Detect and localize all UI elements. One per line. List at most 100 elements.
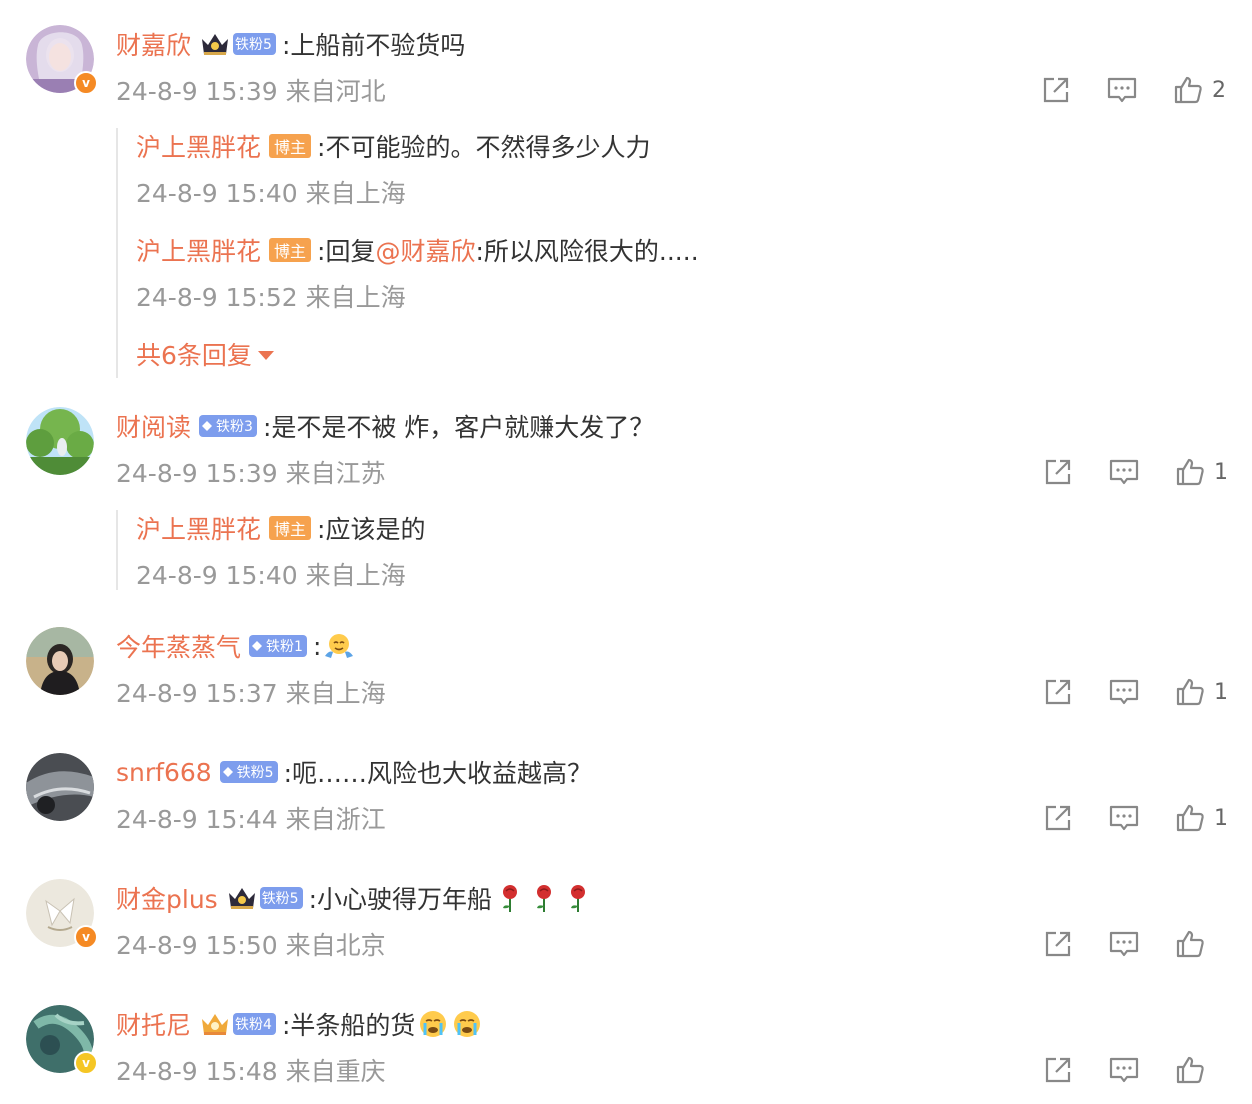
share-button[interactable] [1040,74,1072,106]
comment-text: :是不是不被 炸，客户就赚大发了？ [262,413,655,442]
reply-meta: 24-8-9 15:40 来自上海 [136,561,406,590]
verified-orange-icon: v [74,71,98,95]
like-button[interactable]: 1 [1174,676,1228,708]
share-button[interactable] [1042,456,1074,488]
like-button[interactable] [1174,928,1228,960]
share-button[interactable] [1042,676,1074,708]
reply-button[interactable] [1108,802,1140,834]
like-count: 2 [1212,77,1226,103]
reply-header: 沪上黑胖花 博主 :回复 @财嘉欣:所以风险很大的..... [136,230,1232,270]
avatar[interactable] [26,627,94,695]
crown-icon [228,888,255,909]
comment-icon [1108,1054,1140,1086]
share-icon [1042,1054,1074,1086]
fan-badge[interactable]: 铁粉5 [219,761,278,783]
more-replies-row: 共6条回复 [136,334,1232,374]
username-link[interactable]: 沪上黑胖花 [136,232,261,268]
share-icon [1042,456,1074,488]
username-link[interactable]: 财金plus [116,880,218,916]
comment-header: 今年蒸蒸气 铁粉1 : [116,626,1232,666]
reply-prefix: :回复 [317,237,376,266]
fan-badge-label: 铁粉1 [266,639,303,655]
username-link[interactable]: 财阅读 [116,408,191,444]
share-icon [1042,802,1074,834]
more-replies-label: 共6条回复 [136,341,252,370]
fan-badge[interactable]: 铁粉5 [233,33,276,55]
crown-icon [202,34,229,55]
more-replies-link[interactable]: 共6条回复 [136,336,274,372]
share-icon [1042,928,1074,960]
rose-emoji-icon [571,885,586,912]
avatar-image [26,753,94,821]
comment-actions: 2 [1006,70,1226,110]
thumbs-up-icon [1174,456,1206,488]
comment-actions [1008,1050,1228,1090]
avatar[interactable]: v [26,25,98,95]
like-button[interactable] [1174,1054,1228,1086]
comment-icon [1108,456,1140,488]
like-count: 1 [1214,805,1228,831]
username-link[interactable]: 今年蒸蒸气 [116,628,241,664]
reply-button[interactable] [1108,456,1140,488]
like-button[interactable]: 1 [1174,802,1228,834]
share-button[interactable] [1042,802,1074,834]
comment-actions: 1 [1008,798,1228,838]
reply-button[interactable] [1108,928,1140,960]
comment-meta: 24-8-9 15:50 来自北京 [116,931,386,960]
avatar[interactable]: v [26,879,98,949]
thumbs-up-icon [1174,928,1206,960]
fan-badge[interactable]: 铁粉4 [233,1013,276,1035]
reply-thread [116,128,118,378]
thumbs-up-icon [1174,802,1206,834]
comment-actions: 1 [1008,452,1228,492]
diamond-icon [222,766,234,778]
like-count: 1 [1214,459,1228,485]
comment-icon [1108,928,1140,960]
avatar[interactable] [26,407,94,475]
comment-meta: 24-8-9 15:48 来自重庆 [116,1057,386,1086]
thumbs-up-icon [1172,74,1204,106]
reply-button[interactable] [1108,676,1140,708]
reply-thread [116,510,118,590]
fan-badge[interactable]: 铁粉5 [259,887,303,909]
like-button[interactable]: 2 [1172,74,1226,106]
comment-item: snrf668 铁粉5 :呃……风险也大收益越高？ 24-8-9 15:44 来… [0,746,1252,856]
username-link[interactable]: 财托尼 [116,1006,191,1042]
comment-icon [1106,74,1138,106]
reply-header: 沪上黑胖花 博主 :不可能验的。不然得多少人力 [136,126,1232,166]
thumbs-up-icon [1174,1054,1206,1086]
thumbs-up-icon [1174,676,1206,708]
comment-text: : [312,631,322,661]
comment-item: v 财嘉欣 铁粉5 :上船前不验货吗 24-8-9 15:39 来自河北 2 沪… [0,0,1252,400]
rose-emoji-icon [537,885,552,912]
reply-meta: 24-8-9 15:40 来自上海 [136,179,406,208]
share-button[interactable] [1042,928,1074,960]
like-button[interactable]: 1 [1174,456,1228,488]
fan-badge-label: 铁粉3 [216,419,253,435]
crying-emoji-icon [420,1011,447,1037]
reply-button[interactable] [1108,1054,1140,1086]
verified-orange-icon: v [74,925,98,949]
diamond-icon [201,420,213,432]
comment-meta: 24-8-9 15:39 来自江苏 [116,459,386,488]
reply-text: :所以风险很大的..... [475,237,699,266]
username-link[interactable]: 财嘉欣 [116,26,191,62]
reply-meta-row: 24-8-9 15:40 来自上海 [136,172,1232,212]
reply-button[interactable] [1106,74,1138,106]
avatar[interactable]: v [26,1005,98,1075]
comment-item: v 财金plus 铁粉5 :小心驶得万年船 24-8-9 15:50 来自北京 [0,872,1252,982]
fan-badge[interactable]: 铁粉3 [199,415,257,437]
fan-badge-label: 铁粉5 [236,765,274,781]
username-link[interactable]: 沪上黑胖花 [136,510,261,546]
share-icon [1040,74,1072,106]
comment-text: :呃……风险也大收益越高？ [283,759,593,788]
host-badge: 博主 [269,238,312,262]
comment-header: 财托尼 铁粉4 :半条船的货 [116,1004,1232,1044]
username-link[interactable]: snrf668 [116,758,212,787]
avatar[interactable] [26,753,94,821]
fan-badge[interactable]: 铁粉1 [249,635,307,657]
share-button[interactable] [1042,1054,1074,1086]
username-link[interactable]: 沪上黑胖花 [136,128,261,164]
mention-link[interactable]: @财嘉欣 [375,232,475,268]
reply-meta: 24-8-9 15:52 来自上海 [136,283,406,312]
